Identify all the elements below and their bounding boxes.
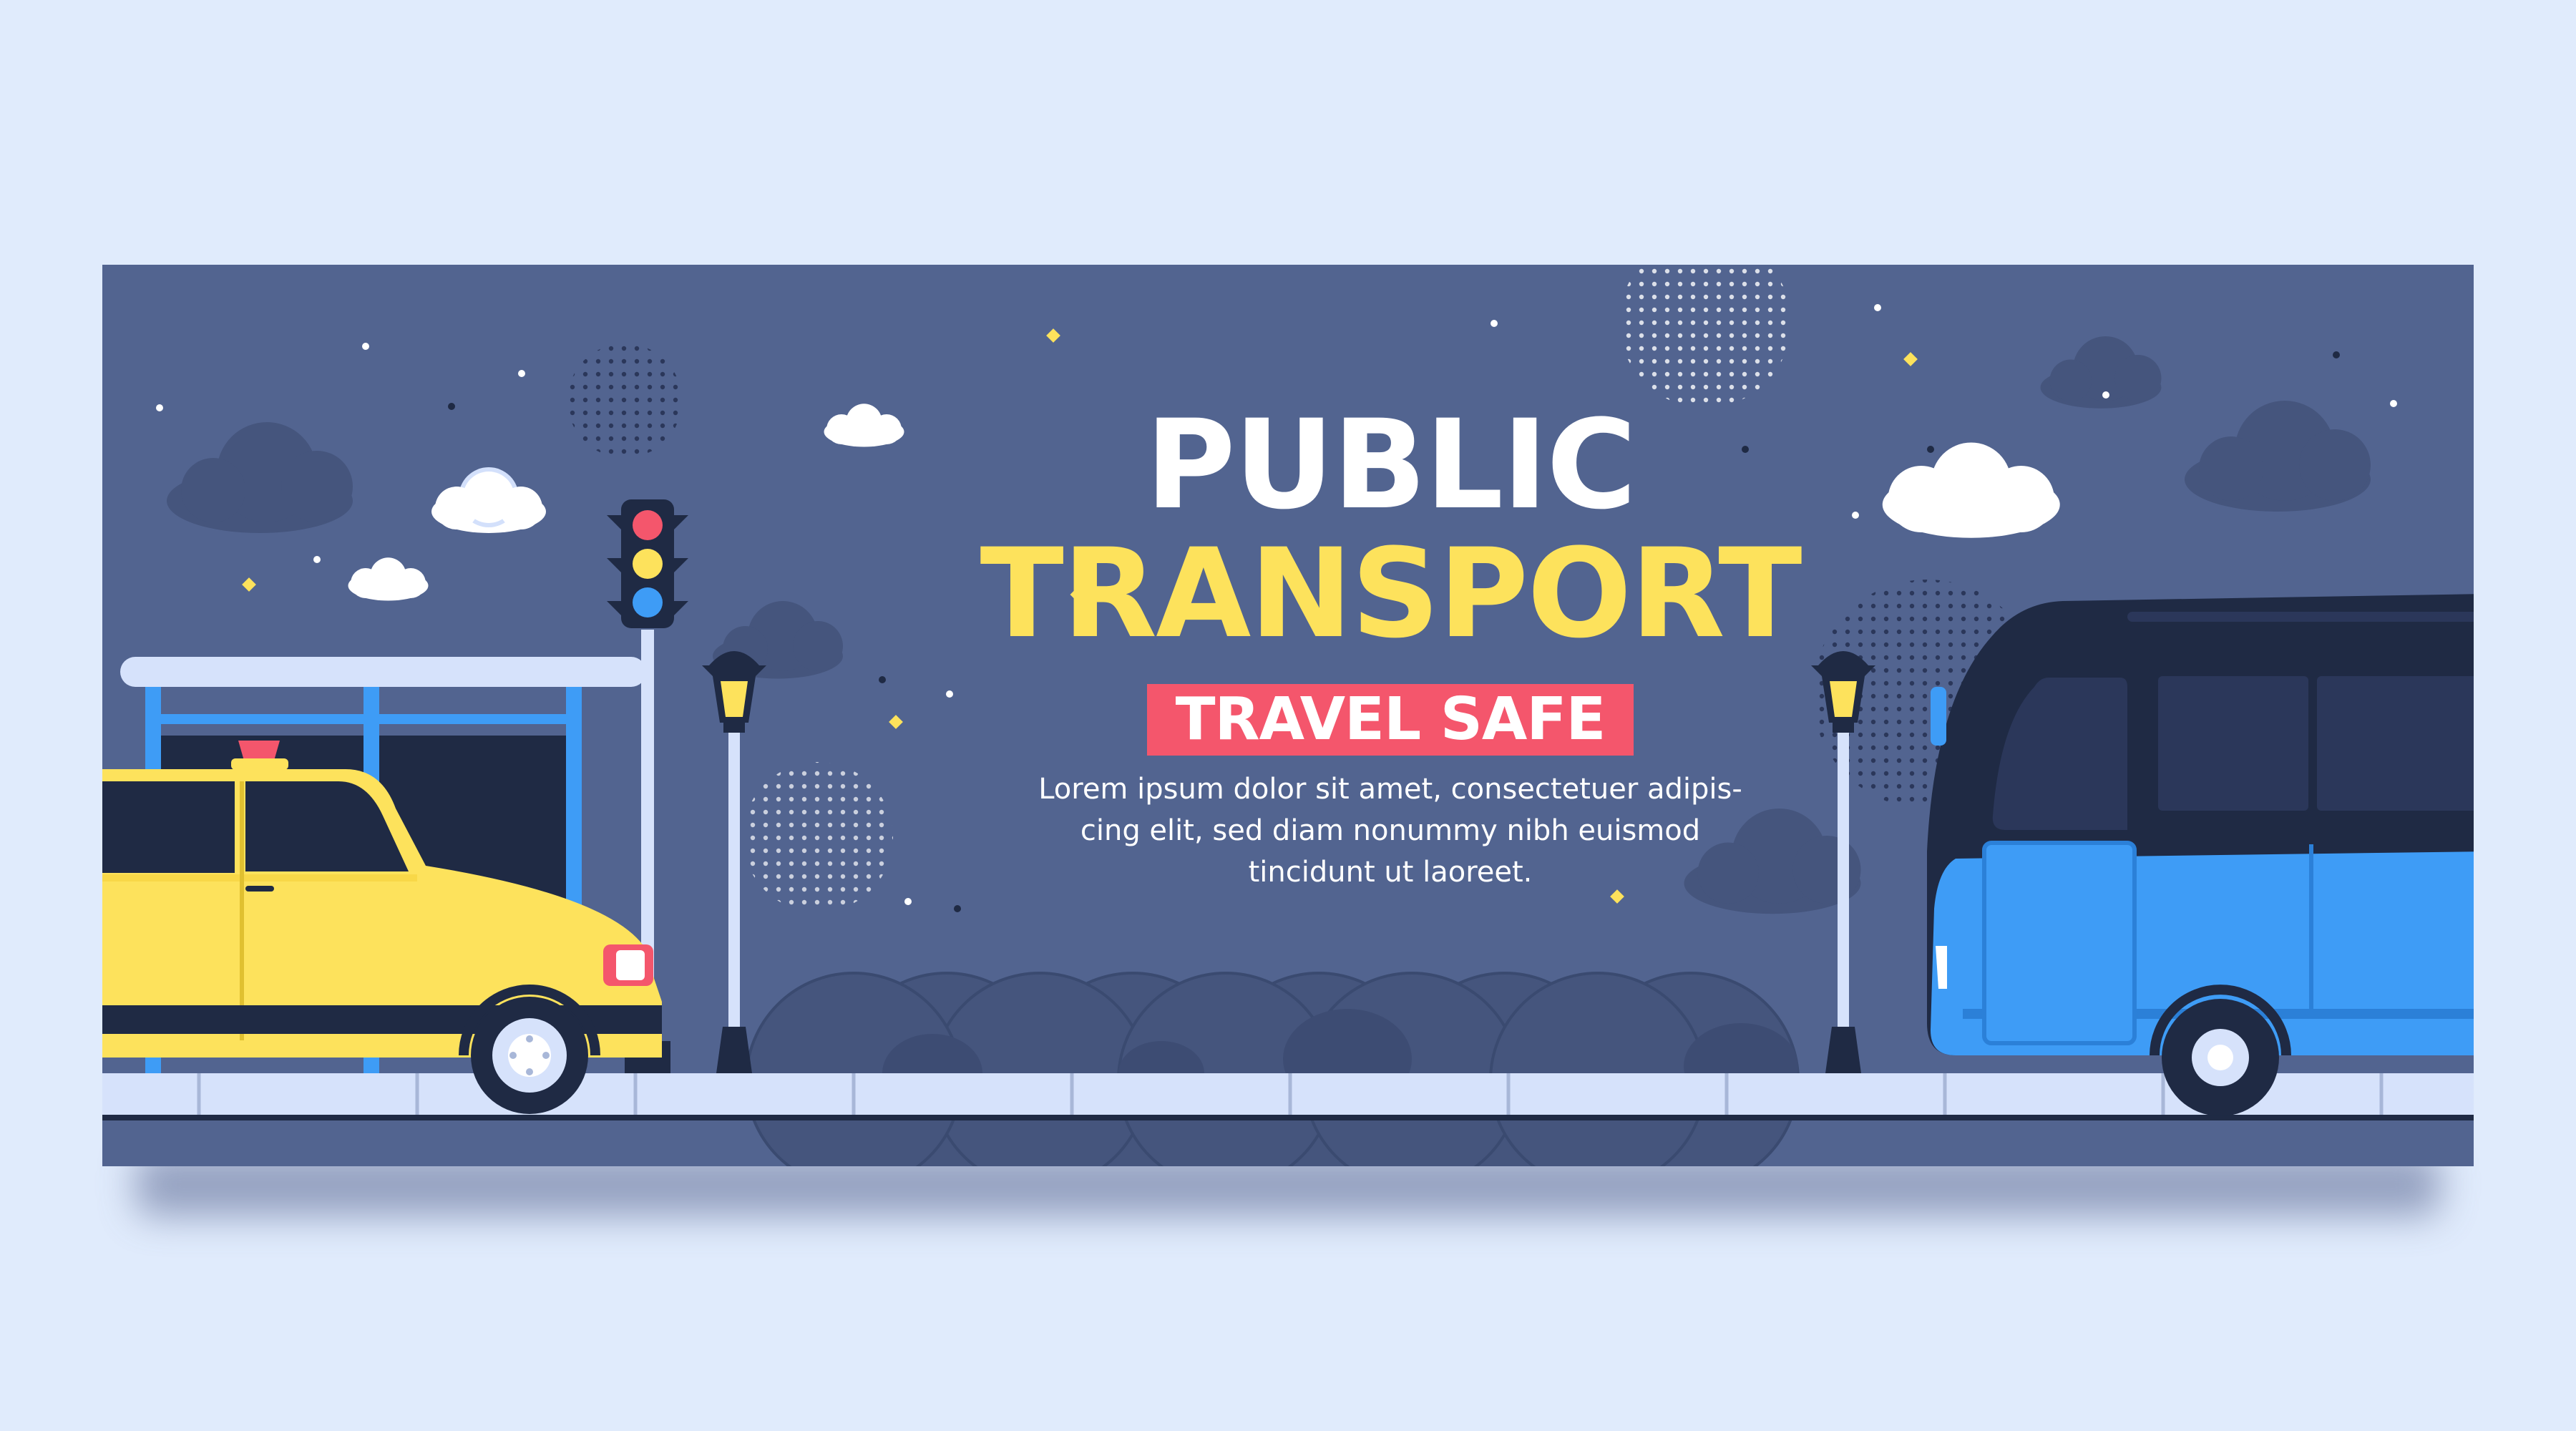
page: PUBLIC TRANSPORT TRAVEL SAFE Lorem ipsum… bbox=[0, 0, 2576, 1431]
body-copy: Lorem ipsum dolor sit amet, consectetuer… bbox=[1038, 773, 1742, 889]
public-transport-banner: PUBLIC TRANSPORT TRAVEL SAFE Lorem ipsum… bbox=[102, 265, 2474, 1166]
bus-icon bbox=[1927, 594, 2474, 1116]
tagline-badge: TRAVEL SAFE bbox=[1146, 684, 1634, 756]
title-line-1: PUBLIC bbox=[1145, 393, 1637, 537]
tagline-wrap: TRAVEL SAFE bbox=[889, 684, 1891, 756]
banner-text-block: PUBLIC TRANSPORT TRAVEL SAFE Lorem ipsum… bbox=[889, 401, 1891, 893]
title-line-2: TRANSPORT bbox=[980, 522, 1802, 665]
sidewalk bbox=[102, 1073, 2474, 1120]
